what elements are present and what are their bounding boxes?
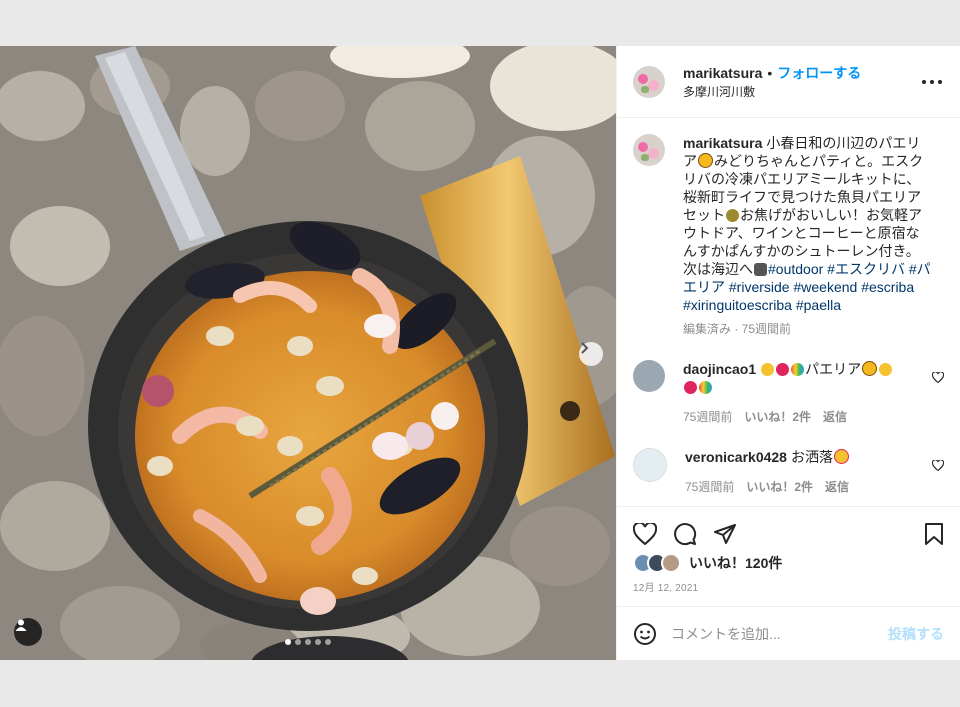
comments-list[interactable]: marikatsura 小春日和の川辺のパエリア みどりちゃんとパティと。エスクリバ… bbox=[617, 118, 960, 506]
post-comment-button[interactable]: 投稿する bbox=[888, 624, 944, 644]
comment-username[interactable]: daojincao1 bbox=[683, 361, 756, 377]
comment-likes[interactable]: いいね！2件 bbox=[746, 480, 813, 494]
paella-photo bbox=[0, 46, 616, 660]
location-link[interactable]: 多摩川河川敷 bbox=[683, 84, 920, 100]
hashtag-link[interactable]: #paella bbox=[796, 297, 841, 313]
hashtag-link[interactable]: #weekend bbox=[793, 279, 857, 295]
post-date: 12月 12, 2021 bbox=[633, 583, 699, 594]
carousel-dot bbox=[325, 639, 331, 645]
bookmark-icon bbox=[925, 523, 943, 545]
comment-text: パエリア bbox=[805, 361, 862, 377]
red-heart-emoji-icon bbox=[684, 381, 697, 394]
avatar[interactable] bbox=[633, 448, 667, 482]
like-button[interactable] bbox=[633, 523, 657, 545]
avatar[interactable] bbox=[633, 134, 665, 166]
share-button[interactable] bbox=[713, 522, 737, 546]
add-comment-bar: コメントを追加... 投稿する bbox=[617, 606, 960, 660]
paella-emoji-icon bbox=[698, 153, 713, 168]
comment-input[interactable]: コメントを追加... bbox=[671, 624, 888, 644]
hashtag-link[interactable]: #escriba bbox=[861, 279, 914, 295]
post-header: marikatsura • フォローする 多摩川河川敷 bbox=[617, 46, 960, 118]
carousel-dot bbox=[295, 639, 301, 645]
tagged-users-button[interactable] bbox=[14, 618, 42, 646]
liker-avatars[interactable] bbox=[633, 553, 681, 573]
hashtag-link[interactable]: #riverside bbox=[729, 279, 790, 295]
rainbow-emoji-icon bbox=[699, 381, 712, 394]
carousel-dot bbox=[285, 639, 291, 645]
comment-likes[interactable]: いいね！2件 bbox=[744, 410, 811, 424]
carousel-dot bbox=[315, 639, 321, 645]
post-actions: いいね！120件 12月 12, 2021 bbox=[617, 506, 960, 594]
heart-icon bbox=[633, 523, 657, 545]
caption-username[interactable]: marikatsura bbox=[683, 135, 762, 151]
caption: marikatsura 小春日和の川辺のパエリア みどりちゃんとパティと。エスクリバ… bbox=[617, 118, 960, 338]
comment-like-button[interactable] bbox=[931, 370, 945, 388]
car-emoji-icon bbox=[754, 263, 767, 276]
smile-emoji-icon bbox=[879, 363, 893, 376]
comment-text: お洒落 bbox=[790, 449, 833, 465]
comment-time: 75週間前 bbox=[685, 480, 735, 494]
reply-button[interactable]: 返信 bbox=[823, 410, 847, 424]
comment-item: veronicark0428 お洒落 75週間前 いいね！2件 返信 bbox=[617, 448, 960, 496]
comment-icon bbox=[674, 523, 697, 546]
rainbow-emoji-icon bbox=[791, 363, 805, 376]
send-icon bbox=[714, 524, 736, 544]
comment-username[interactable]: veronicark0428 bbox=[685, 449, 787, 465]
separator-dot: • bbox=[767, 64, 773, 81]
save-button[interactable] bbox=[924, 522, 944, 546]
heart-icon bbox=[931, 371, 945, 384]
comment-time: 75週間前 bbox=[683, 410, 733, 424]
hashtag-link[interactable]: #outdoor bbox=[768, 261, 823, 277]
avatar bbox=[661, 553, 681, 573]
comment-item: daojincao1 パエリア 75週間前 いいね！2件 返信 bbox=[617, 360, 960, 426]
heart-eyes-emoji-icon bbox=[833, 449, 849, 464]
likes-count[interactable]: いいね！120件 bbox=[689, 553, 782, 573]
comment-like-button[interactable] bbox=[931, 458, 945, 476]
red-heart-emoji-icon bbox=[776, 363, 790, 376]
emoji-icon[interactable] bbox=[633, 622, 657, 646]
post-sidebar: marikatsura • フォローする 多摩川河川敷 marikatsura 小春日… bbox=[616, 46, 960, 660]
smile-emoji-icon bbox=[761, 363, 775, 376]
author-username[interactable]: marikatsura bbox=[683, 65, 762, 81]
more-options-button[interactable] bbox=[920, 70, 944, 94]
comment-button[interactable] bbox=[673, 522, 697, 546]
carousel-dot bbox=[305, 639, 311, 645]
carousel-dots bbox=[285, 639, 331, 645]
next-image-button[interactable] bbox=[579, 342, 603, 366]
sparkle-emoji-icon bbox=[726, 209, 739, 222]
hashtag-link[interactable]: #xiringuitoescriba bbox=[683, 297, 792, 313]
paella-emoji-icon bbox=[862, 361, 878, 376]
heart-icon bbox=[931, 459, 945, 472]
avatar[interactable] bbox=[633, 360, 665, 392]
post-dialog: marikatsura • フォローする 多摩川河川敷 marikatsura 小春日… bbox=[0, 46, 960, 660]
follow-button[interactable]: フォローする bbox=[777, 65, 861, 81]
avatar[interactable] bbox=[633, 65, 665, 98]
more-horizontal-icon bbox=[922, 79, 942, 84]
post-image[interactable] bbox=[0, 46, 616, 660]
reply-button[interactable]: 返信 bbox=[825, 480, 849, 494]
caption-meta: 編集済み · 75週間前 bbox=[683, 322, 792, 336]
user-icon bbox=[15, 619, 27, 631]
hashtag-link[interactable]: #エスクリバ bbox=[827, 261, 905, 277]
chevron-right-icon bbox=[581, 342, 589, 354]
